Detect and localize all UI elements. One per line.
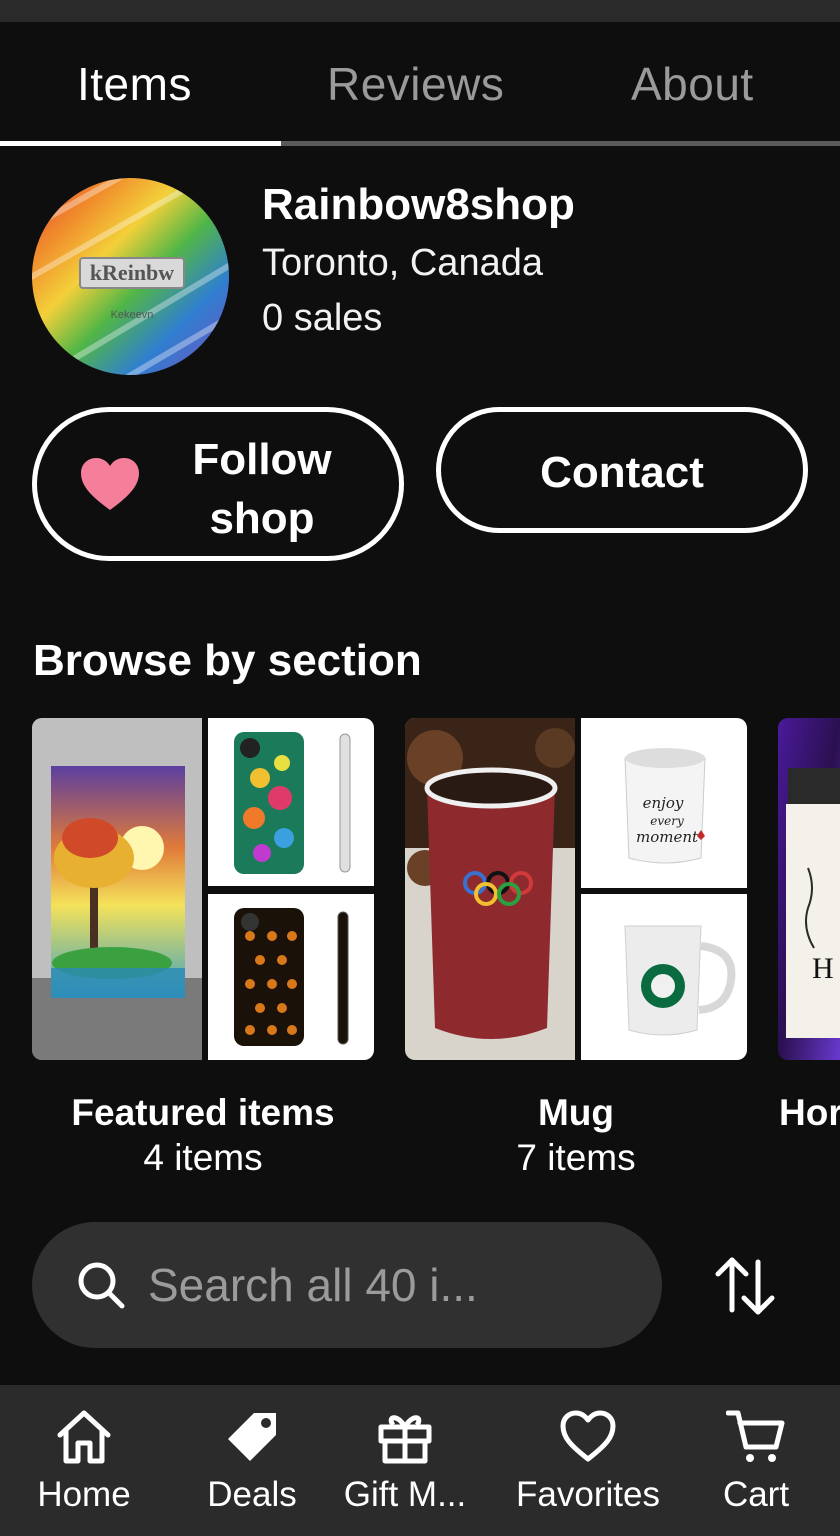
- nav-favorites[interactable]: Favorites: [504, 1385, 672, 1536]
- avatar-logo-text: kReinbw: [90, 260, 174, 285]
- section-card-home[interactable]: H: [778, 718, 840, 1060]
- follow-shop-label: Follow shop: [192, 435, 332, 543]
- svg-text:every: every: [650, 814, 684, 828]
- nav-deals[interactable]: Deals: [184, 1385, 320, 1536]
- nav-favorites-label: Favorites: [516, 1475, 660, 1514]
- tab-active-indicator: [0, 141, 281, 146]
- svg-text:moment: moment: [636, 828, 699, 846]
- svg-text:enjoy: enjoy: [643, 794, 684, 812]
- section-mug-count: 7 items: [516, 1137, 636, 1178]
- status-bar: [0, 0, 840, 22]
- nav-cart[interactable]: Cart: [700, 1385, 812, 1536]
- nav-home-label: Home: [37, 1475, 131, 1514]
- nav-gift-mode[interactable]: Gift M...: [330, 1385, 480, 1536]
- gift-icon: [378, 1415, 432, 1464]
- section-card-featured[interactable]: [32, 718, 374, 1060]
- browse-section-title: Browse by section: [33, 636, 422, 685]
- section-featured-count: 4 items: [143, 1137, 263, 1178]
- nav-home[interactable]: Home: [14, 1385, 154, 1536]
- tag-icon: [228, 1413, 276, 1461]
- shop-sales: 0 sales: [262, 297, 383, 339]
- svg-text:H: H: [812, 952, 834, 985]
- search-input[interactable]: [148, 1250, 628, 1320]
- tab-about[interactable]: About: [631, 57, 754, 111]
- contact-button[interactable]: Contact: [436, 407, 808, 533]
- heart-outline-icon: [560, 1410, 616, 1462]
- avatar-logo-subtext: Kekeevn: [111, 309, 154, 321]
- cart-icon: [726, 1410, 785, 1462]
- shop-name[interactable]: Rainbow8shop: [262, 180, 575, 230]
- tab-items[interactable]: Items: [77, 57, 192, 111]
- contact-label: Contact: [540, 448, 704, 497]
- section-featured-title[interactable]: Featured items: [32, 1092, 374, 1134]
- shop-location: Toronto, Canada: [262, 242, 543, 284]
- home-icon: [57, 1410, 111, 1464]
- shop-avatar: kReinbw Kekeevn: [32, 178, 229, 375]
- nav-deals-label: Deals: [207, 1475, 297, 1514]
- shop-search-bar[interactable]: [32, 1222, 662, 1348]
- heart-icon: [81, 458, 139, 510]
- tab-reviews[interactable]: Reviews: [327, 57, 504, 111]
- search-icon: [78, 1262, 125, 1309]
- follow-shop-button[interactable]: Follow shop: [32, 407, 404, 561]
- nav-cart-label: Cart: [722, 1475, 790, 1514]
- sort-icon[interactable]: [712, 1254, 778, 1318]
- section-home-title[interactable]: Hor: [779, 1092, 840, 1134]
- bottom-navigation: Home Deals Gift M... Favorites Cart: [0, 1385, 840, 1536]
- shop-tabs: Items Reviews About: [0, 22, 840, 148]
- nav-gift-mode-label: Gift M...: [343, 1475, 467, 1514]
- section-card-mug[interactable]: enjoy every moment: [405, 718, 747, 1060]
- section-mug-title[interactable]: Mug: [405, 1092, 747, 1134]
